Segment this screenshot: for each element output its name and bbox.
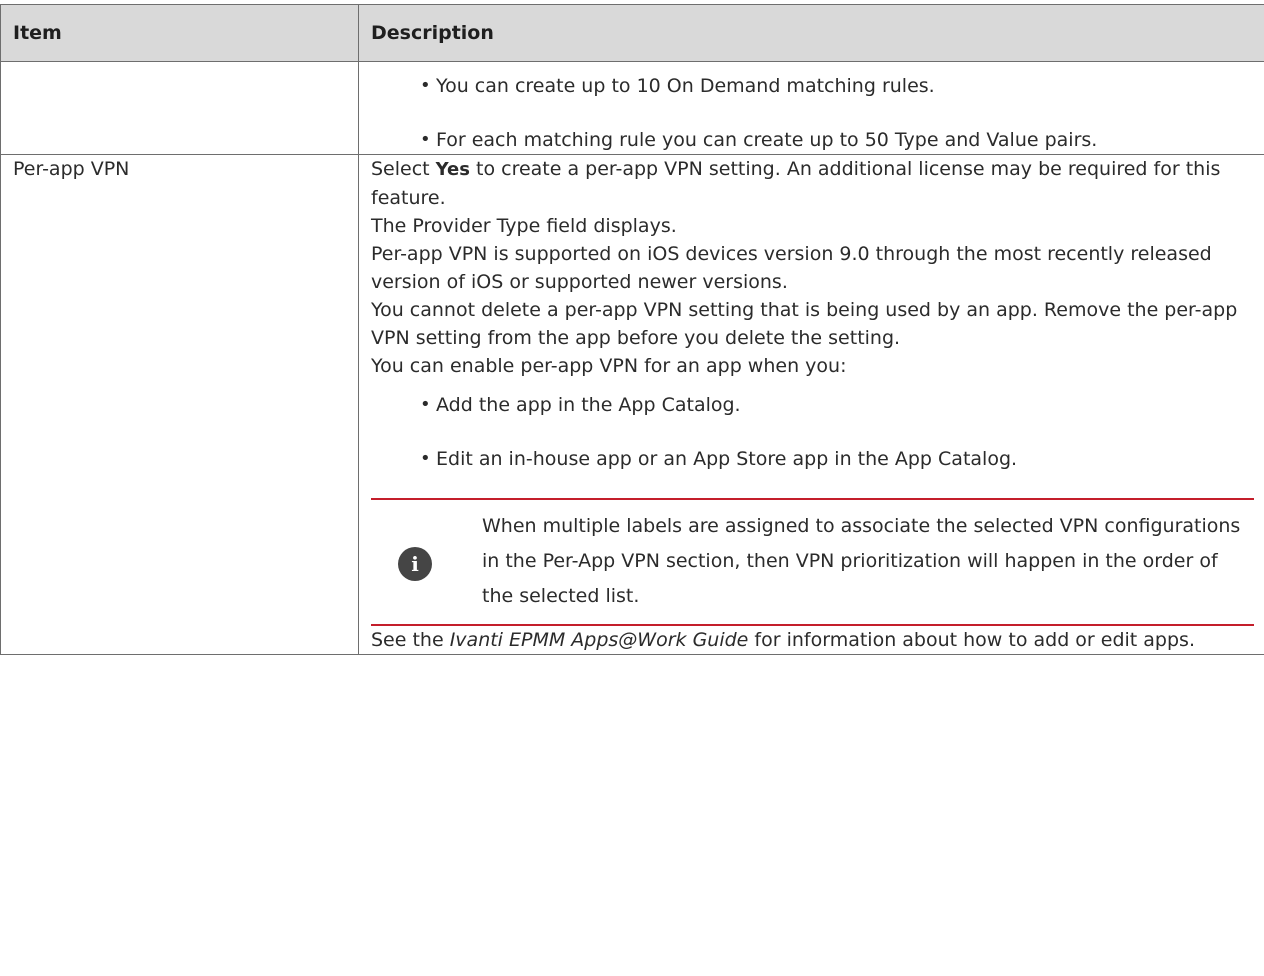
list-item: For each matching rule you can create up… — [420, 126, 1264, 154]
enable-intro-paragraph: You can enable per-app VPN for an app wh… — [371, 355, 847, 377]
note-callout: i When multiple labels are assigned to a… — [371, 498, 1254, 626]
item-cell — [0, 61, 359, 155]
text-span: Select — [371, 158, 436, 180]
guide-title: Ivanti EPMM Apps@Work Guide — [449, 629, 749, 651]
settings-table: Item Description You can create up to 10… — [0, 4, 1264, 655]
ios-support-paragraph: Per-app VPN is supported on iOS devices … — [371, 243, 1212, 293]
matching-rules-list: You can create up to 10 On Demand matchi… — [371, 72, 1264, 154]
table-row: You can create up to 10 On Demand matchi… — [0, 61, 1264, 155]
text-span: to create a per-app VPN setting. An addi… — [371, 158, 1221, 209]
info-icon: i — [398, 546, 432, 581]
item-cell: Per-app VPN — [0, 154, 359, 655]
see-guide-paragraph: See the Ivanti EPMM Apps@Work Guide for … — [371, 626, 1264, 654]
provider-type-paragraph: The Provider Type field displays. — [371, 215, 677, 237]
yes-option-label: Yes — [435, 159, 470, 180]
list-item: You can create up to 10 On Demand matchi… — [420, 72, 1264, 100]
description-cell: Select Yes to create a per-app VPN setti… — [358, 154, 1264, 655]
table-row: Per-app VPN Select Yes to create a per-a… — [0, 154, 1264, 655]
select-yes-paragraph: Select Yes to create a per-app VPN setti… — [371, 155, 1264, 212]
column-header-description: Description — [358, 4, 1264, 62]
text-span: for information about how to add or edit… — [748, 629, 1195, 651]
note-text: When multiple labels are assigned to ass… — [482, 515, 1241, 607]
column-header-item: Item — [0, 4, 359, 62]
enable-options-list: Add the app in the App Catalog. Edit an … — [371, 391, 1264, 473]
delete-restriction-paragraph: You cannot delete a per-app VPN setting … — [371, 299, 1238, 349]
list-item: Edit an in-house app or an App Store app… — [420, 445, 1264, 473]
description-cell: You can create up to 10 On Demand matchi… — [358, 61, 1264, 155]
table-header-row: Item Description — [0, 4, 1264, 62]
list-item: Add the app in the App Catalog. — [420, 391, 1264, 419]
text-span: See the — [371, 629, 450, 651]
